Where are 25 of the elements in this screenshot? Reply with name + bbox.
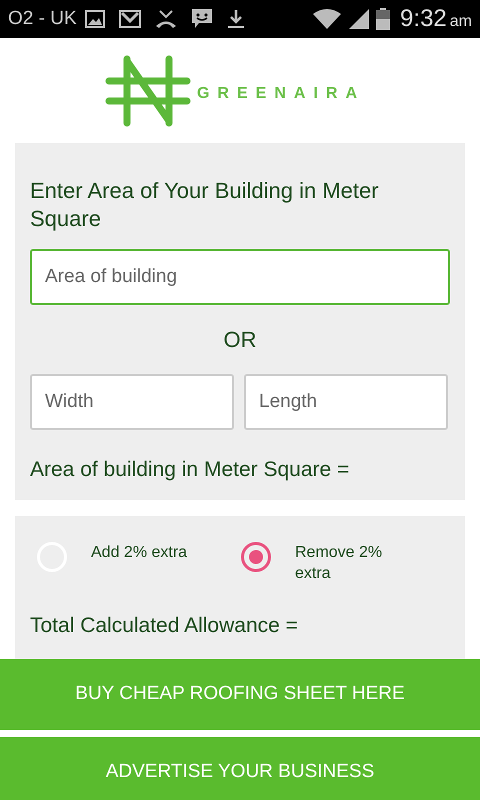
- or-separator: OR: [222, 326, 258, 354]
- chat-icon: [190, 8, 213, 30]
- clock-time: 9:32: [400, 4, 447, 34]
- mail-icon: [118, 10, 141, 28]
- carrier-text: O2 - UK: [8, 6, 77, 31]
- total-allowance-label: Total Calculated Allowance =: [30, 612, 299, 638]
- radio-button[interactable]: [241, 542, 271, 572]
- action-button[interactable]: BUY CHEAP ROOFING SHEET HERE: [0, 658, 480, 730]
- action-button[interactable]: ADVERTISE YOUR BUSINESS: [0, 736, 480, 800]
- radio-label: Add 2% extra: [91, 542, 188, 562]
- logo-text: GREENAIRA: [196, 84, 365, 104]
- signal-icon: [348, 8, 370, 30]
- clock-period: am: [450, 12, 472, 32]
- missed-call-icon: [154, 9, 177, 29]
- area-input-field[interactable]: Area of building: [30, 249, 450, 305]
- width-input-field[interactable]: Width: [30, 374, 234, 430]
- wifi-icon: [312, 8, 342, 30]
- image-icon: [84, 10, 105, 28]
- area-result-label: Area of building in Meter Square =: [30, 457, 350, 483]
- download-icon: [226, 9, 245, 29]
- card-heading: Enter Area of Your Building in Meter Square: [30, 177, 380, 233]
- radio-label: Remove 2% extra: [295, 542, 384, 584]
- naira-logo-icon: [104, 54, 191, 126]
- length-input-field[interactable]: Length: [244, 374, 448, 430]
- battery-icon: [376, 8, 390, 30]
